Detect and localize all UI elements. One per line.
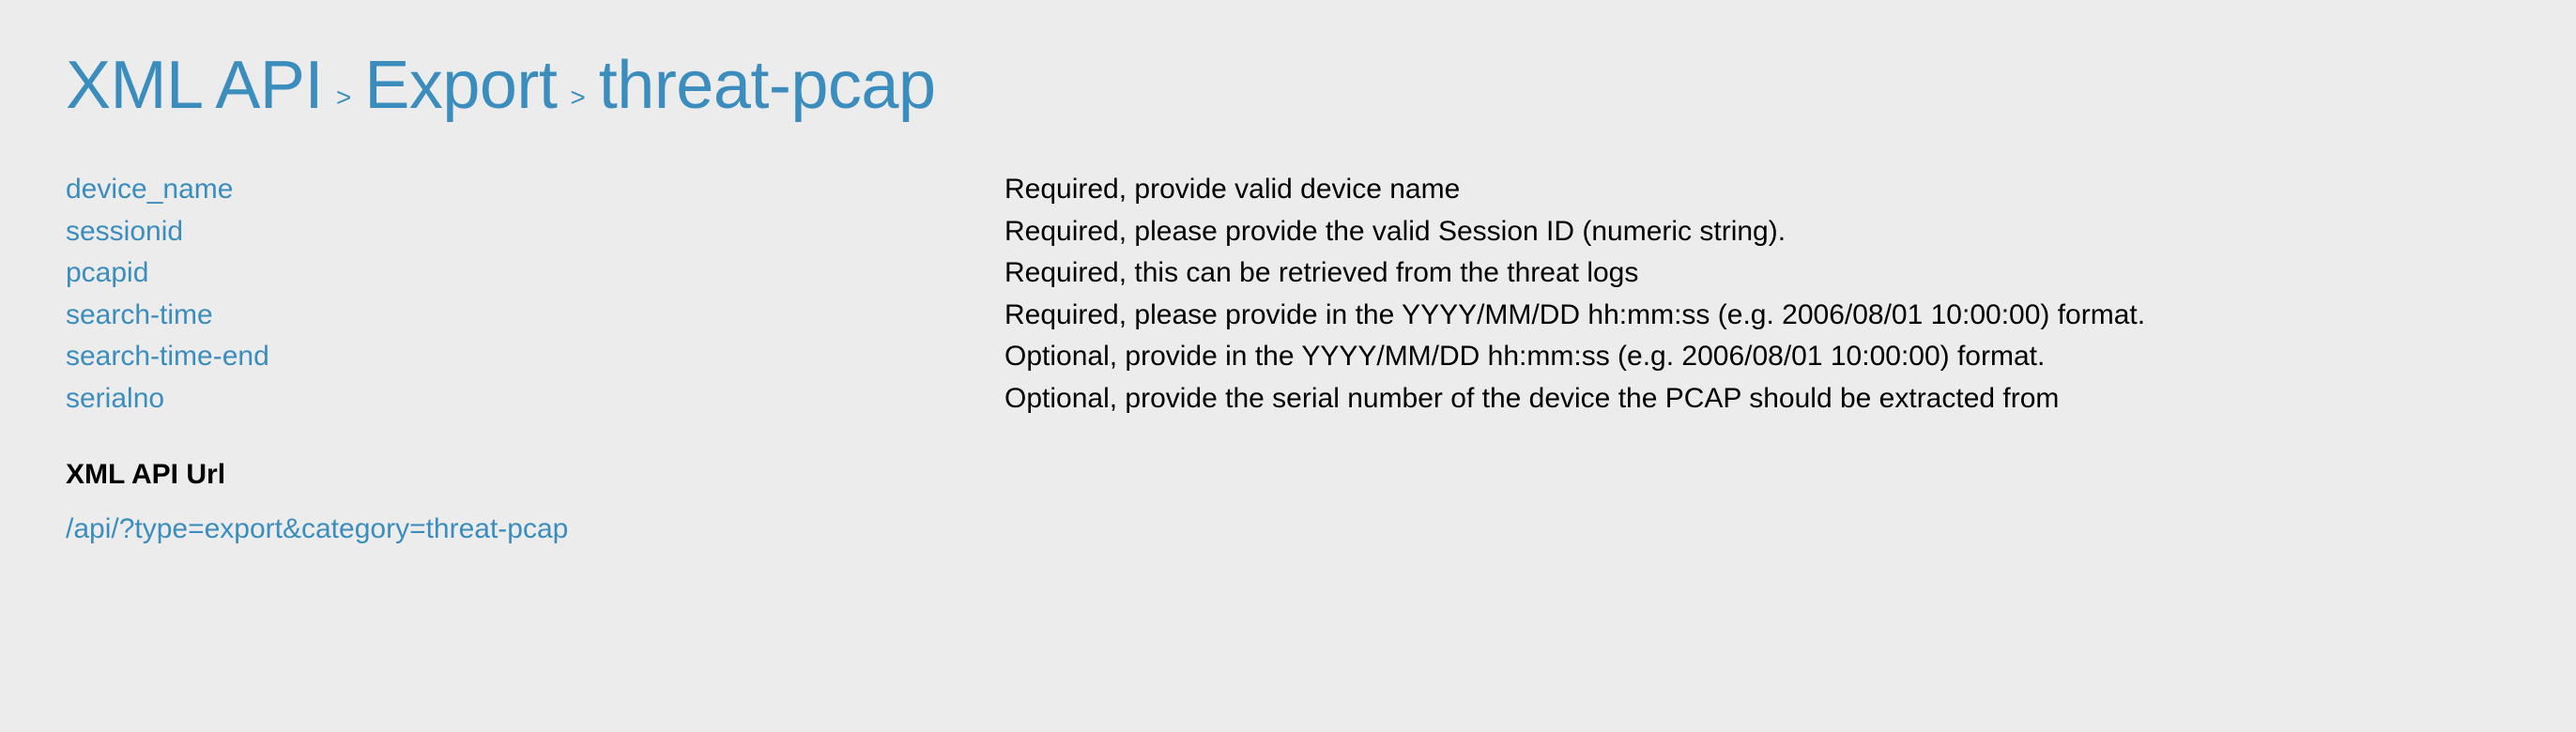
- params-table: device_name Required, provide valid devi…: [66, 169, 2510, 419]
- url-value-link[interactable]: /api/?type=export&category=threat-pcap: [66, 513, 2510, 545]
- param-desc: Required, please provide in the YYYY/MM/…: [1004, 295, 2510, 337]
- param-name-link[interactable]: search-time-end: [66, 336, 1004, 378]
- param-name-link[interactable]: pcapid: [66, 252, 1004, 295]
- param-desc: Required, this can be retrieved from the…: [1004, 252, 2510, 295]
- chevron-right-icon: >: [570, 83, 585, 113]
- param-name-link[interactable]: serialno: [66, 378, 1004, 420]
- chevron-right-icon: >: [336, 83, 351, 113]
- param-name-link[interactable]: device_name: [66, 169, 1004, 211]
- breadcrumb-root[interactable]: XML API: [66, 47, 323, 124]
- table-row: pcapid Required, this can be retrieved f…: [66, 252, 2510, 295]
- url-section-label: XML API Url: [66, 459, 2510, 491]
- breadcrumb-export[interactable]: Export: [364, 47, 557, 124]
- param-name-link[interactable]: sessionid: [66, 211, 1004, 253]
- param-desc: Optional, provide in the YYYY/MM/DD hh:m…: [1004, 336, 2510, 378]
- table-row: serialno Optional, provide the serial nu…: [66, 378, 2510, 420]
- breadcrumb-threat-pcap: threat-pcap: [599, 47, 936, 124]
- table-row: search-time Required, please provide in …: [66, 295, 2510, 337]
- breadcrumb: XML API > Export > threat-pcap: [66, 47, 2510, 124]
- param-desc: Required, provide valid device name: [1004, 169, 2510, 211]
- table-row: search-time-end Optional, provide in the…: [66, 336, 2510, 378]
- table-row: device_name Required, provide valid devi…: [66, 169, 2510, 211]
- param-desc: Optional, provide the serial number of t…: [1004, 378, 2510, 420]
- table-row: sessionid Required, please provide the v…: [66, 211, 2510, 253]
- param-name-link[interactable]: search-time: [66, 295, 1004, 337]
- param-desc: Required, please provide the valid Sessi…: [1004, 211, 2510, 253]
